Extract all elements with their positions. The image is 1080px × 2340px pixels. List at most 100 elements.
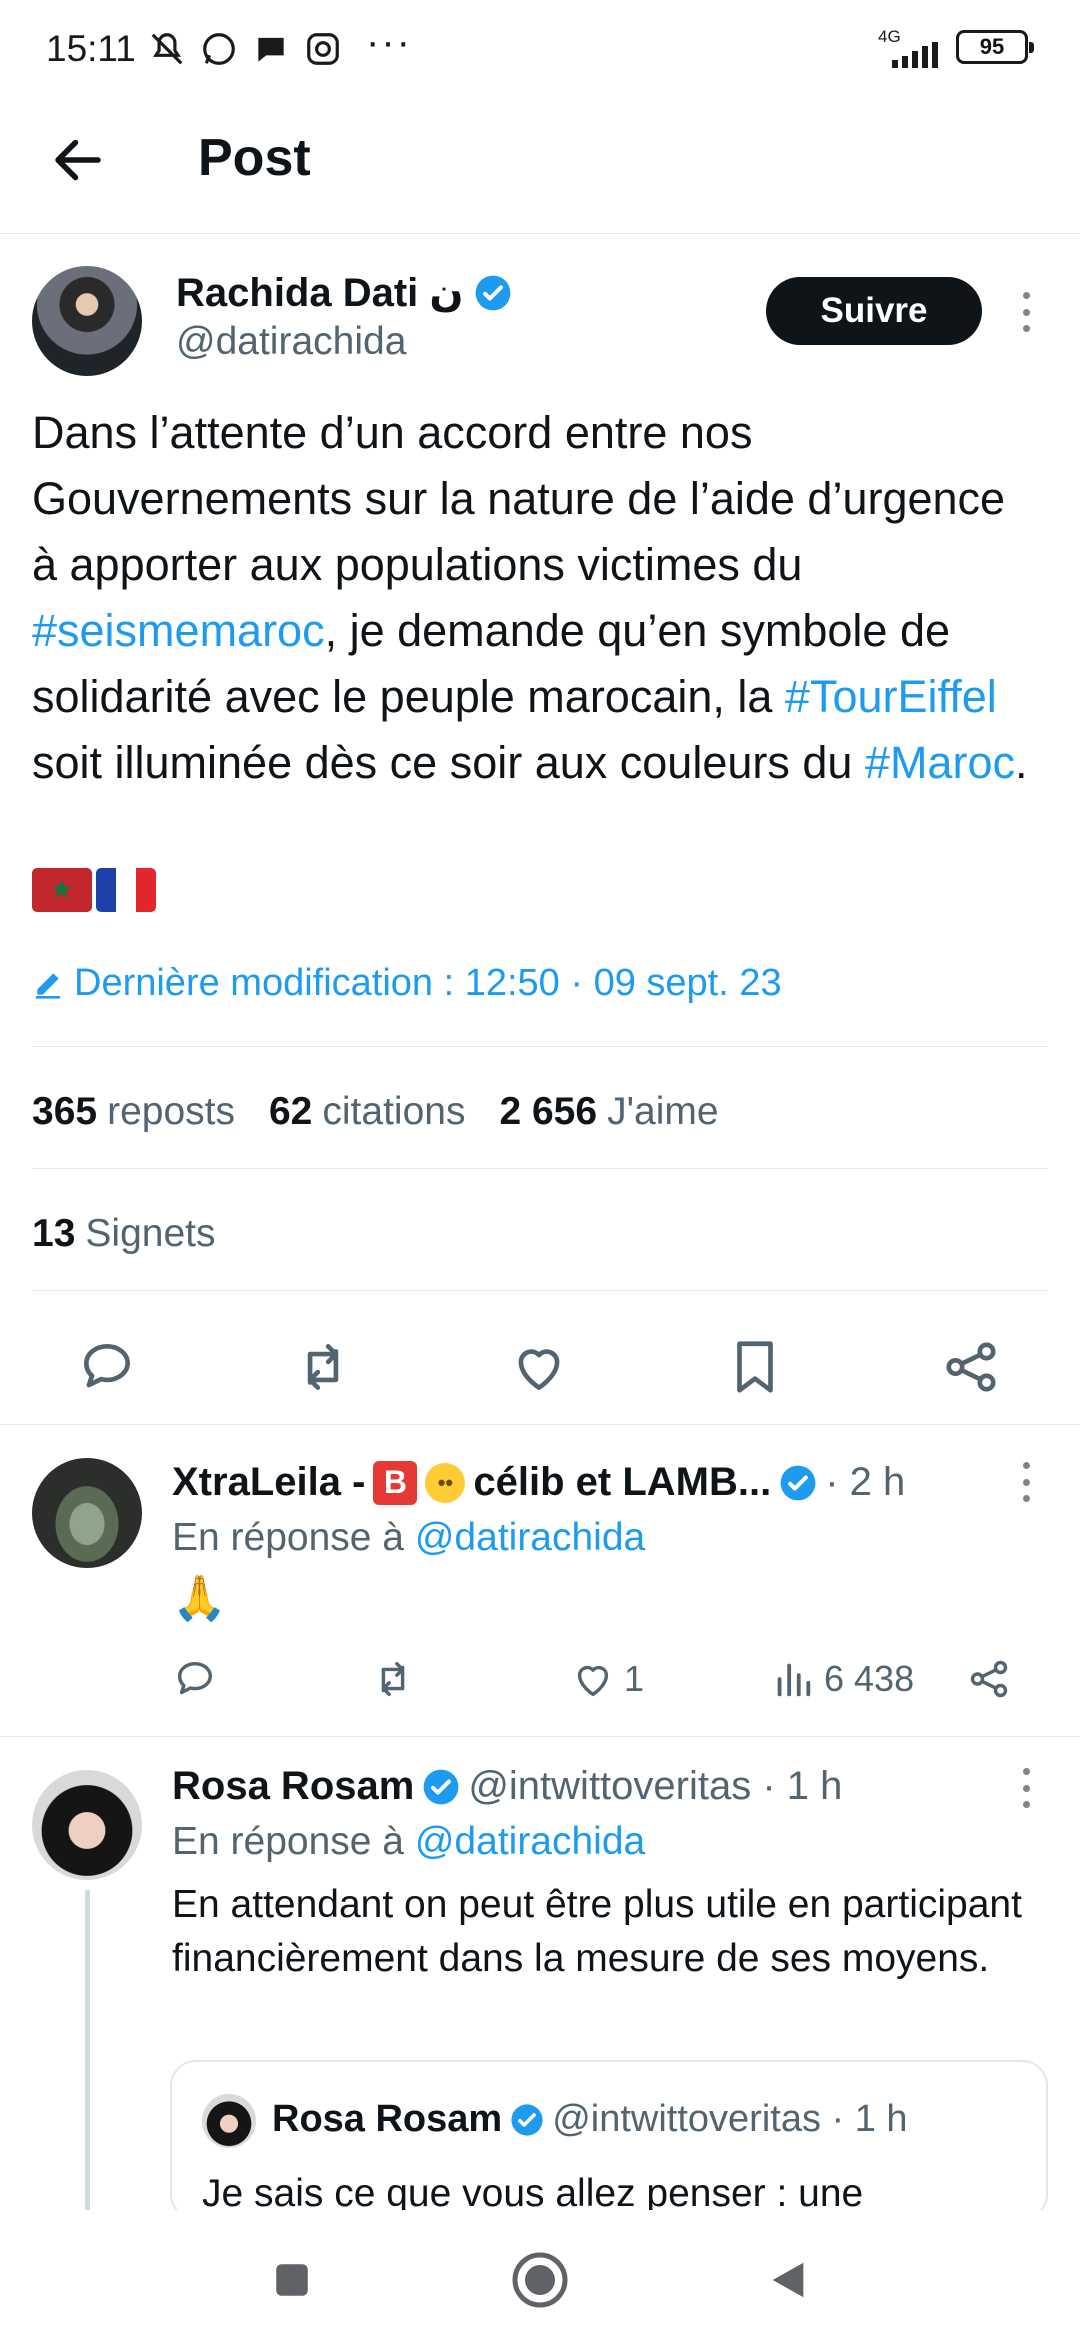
- reposts-count: 365: [32, 1090, 98, 1133]
- whatsapp-icon: [203, 33, 235, 65]
- bookmark-button[interactable]: [724, 1336, 786, 1398]
- likes-stat[interactable]: 2 656 J'aime: [499, 1090, 718, 1134]
- quoted-author-name: Rosa Rosam @intwittoveritas · 1 h: [272, 2098, 908, 2141]
- quoted-handle-timestamp: @intwittoveritas · 1 h: [552, 2098, 908, 2140]
- reply-author-name[interactable]: Rosa Rosam @intwittoveritas · 1 h: [172, 1764, 842, 1809]
- author-handle[interactable]: @datirachida: [176, 320, 406, 364]
- share-icon: [946, 1342, 996, 1392]
- notification-icons: [148, 30, 342, 68]
- hashtag-link[interactable]: #Maroc: [865, 737, 1015, 788]
- post-text-part: .: [1014, 737, 1028, 788]
- divider: [0, 1736, 1080, 1737]
- author-name-text: Rachida Dati ن: [176, 271, 464, 315]
- post-text-part: Dans l’attente d’un accord entre nos Gou…: [32, 407, 1006, 590]
- instagram-icon: [307, 33, 339, 65]
- mute-icon: [151, 33, 183, 65]
- engagement-stats: 365 reposts 62 citations 2 656 J'aime: [32, 1090, 719, 1134]
- reply-share-button[interactable]: [966, 1656, 1012, 1702]
- more-options-icon[interactable]: [1016, 1768, 1036, 1808]
- divider: [32, 1046, 1048, 1047]
- hashtag-link[interactable]: #seismemaroc: [32, 605, 325, 656]
- likes-label: J'aime: [607, 1090, 719, 1133]
- reply-avatar[interactable]: [32, 1458, 142, 1568]
- divider: [32, 1168, 1048, 1169]
- home-circle-icon: [512, 2252, 568, 2308]
- heart-icon: [577, 1665, 609, 1697]
- arrow-left-icon: [55, 139, 101, 181]
- battery-level: 95: [979, 34, 1005, 59]
- post-text: Dans l’attente d’un accord entre nos Gou…: [32, 400, 1042, 796]
- reply-views-count: 6 438: [824, 1658, 915, 1699]
- chat-bubble-icon: [258, 37, 284, 62]
- quoted-avatar: [202, 2094, 256, 2148]
- bookmarks-label: Signets: [85, 1212, 216, 1255]
- more-options-icon[interactable]: [1016, 292, 1036, 332]
- author-name[interactable]: Rachida Dati ن: [176, 270, 512, 316]
- post-action-bar: [0, 1316, 1080, 1426]
- more-notifications-icon: ···: [366, 20, 412, 64]
- in-reply-to: En réponse à @datirachida: [172, 1820, 645, 1864]
- repost-button[interactable]: [292, 1336, 354, 1398]
- like-button[interactable]: [508, 1336, 570, 1398]
- hashtag-link[interactable]: #TourEiffel: [785, 671, 997, 722]
- reply-views-button[interactable]: 6 438: [770, 1656, 914, 1702]
- in-reply-to: En réponse à @datirachida: [172, 1516, 645, 1560]
- reply-author-name-text: Rosa Rosam: [172, 1764, 415, 1808]
- reposts-label: reposts: [107, 1090, 235, 1133]
- reply-text: 🙏: [172, 1574, 227, 1623]
- verified-badge-icon: [780, 1465, 816, 1500]
- verified-badge-icon: [423, 1769, 459, 1804]
- status-time: 15:11: [46, 28, 136, 69]
- divider: [0, 1424, 1080, 1425]
- b-button-emoji-icon: B: [373, 1460, 418, 1505]
- reply-like-button[interactable]: 1: [570, 1656, 644, 1702]
- reply-author-name-tail: célib et LAMB...: [473, 1460, 772, 1504]
- share-icon: [970, 1660, 1008, 1698]
- in-reply-label: En réponse à: [172, 1820, 415, 1863]
- reply-comment-button[interactable]: [172, 1656, 218, 1702]
- in-reply-label: En réponse à: [172, 1516, 415, 1559]
- reply-author-name[interactable]: XtraLeila - B •• célib et LAMB... · 2 h: [172, 1460, 905, 1505]
- bookmarks-stat[interactable]: 13 Signets: [32, 1212, 215, 1256]
- pencil-icon: [36, 972, 60, 999]
- quotes-label: citations: [322, 1090, 466, 1133]
- mention-link[interactable]: @datirachida: [415, 1820, 645, 1863]
- quoted-post[interactable]: Rosa Rosam @intwittoveritas · 1 h Je sai…: [170, 2060, 1048, 2220]
- status-bar: 15:11 ··· 4G 95: [0, 0, 1080, 100]
- likes-count: 2 656: [499, 1090, 598, 1133]
- reply-repost-button[interactable]: [370, 1656, 416, 1702]
- reply-avatar[interactable]: [32, 1770, 142, 1880]
- reposts-stat[interactable]: 365 reposts: [32, 1090, 235, 1134]
- home-button[interactable]: [510, 2250, 570, 2310]
- edit-history-link[interactable]: Dernière modification : 12:50 · 09 sept.…: [32, 962, 782, 1005]
- mention-link[interactable]: @datirachida: [415, 1516, 645, 1559]
- morocco-flag-icon: ★: [32, 868, 92, 912]
- quotes-stat[interactable]: 62 citations: [269, 1090, 465, 1134]
- reply-button[interactable]: [76, 1336, 138, 1398]
- bookmark-stats: 13 Signets: [32, 1212, 215, 1256]
- views-chart-icon: [777, 1663, 811, 1697]
- system-status: 4G 95: [876, 28, 1034, 68]
- repost-icon: [307, 1344, 339, 1390]
- share-button[interactable]: [940, 1336, 1002, 1398]
- divider: [32, 1290, 1048, 1291]
- back-button[interactable]: [48, 130, 108, 190]
- author-avatar[interactable]: [32, 266, 142, 376]
- signal-icon: 4G: [876, 28, 942, 68]
- top-app-bar: Post: [0, 100, 1080, 234]
- follow-button[interactable]: Suivre: [766, 277, 982, 345]
- triangle-back-icon: [772, 2262, 804, 2298]
- heart-icon: [518, 1349, 560, 1390]
- recents-button[interactable]: [262, 2250, 322, 2310]
- bookmark-icon: [737, 1341, 773, 1393]
- verified-badge-icon: [475, 275, 510, 311]
- reply-author-name-text: XtraLeila -: [172, 1460, 366, 1504]
- back-nav-button[interactable]: [758, 2250, 818, 2310]
- repost-icon: [381, 1661, 405, 1697]
- saluting-face-emoji-icon: ••: [425, 1462, 466, 1503]
- system-navigation-bar: [0, 2210, 1080, 2340]
- quotes-count: 62: [268, 1090, 313, 1133]
- more-options-icon[interactable]: [1016, 1462, 1036, 1502]
- verified-badge-icon: [511, 2103, 543, 2136]
- comment-icon: [84, 1344, 130, 1388]
